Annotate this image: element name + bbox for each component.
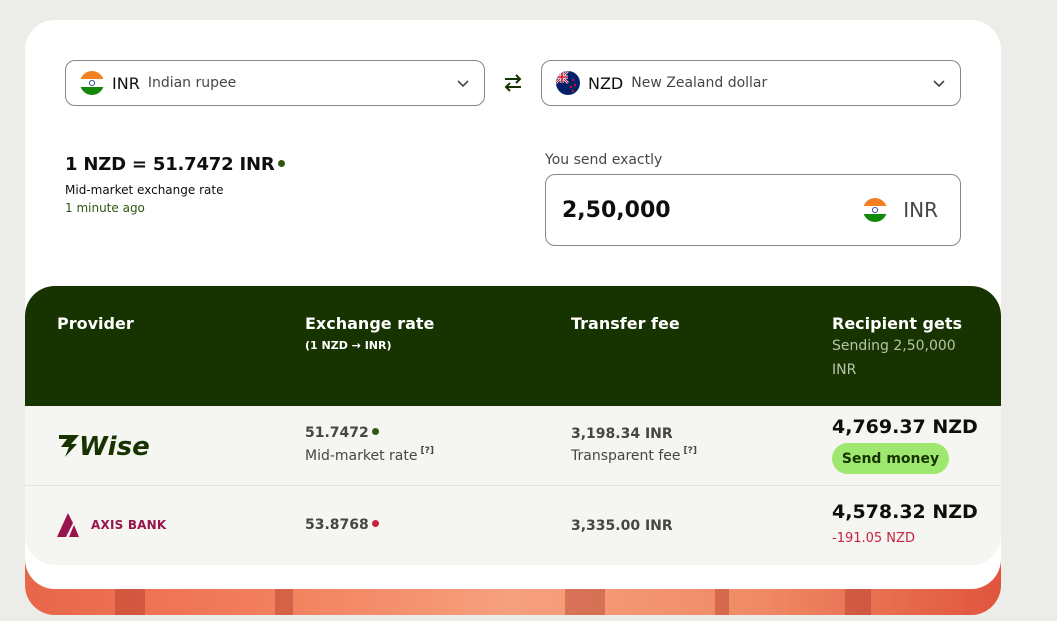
axis-bank-logo-mark <box>57 513 79 537</box>
chevron-down-icon <box>457 80 469 88</box>
to-currency-select[interactable]: NZD New Zealand dollar <box>541 60 961 106</box>
axis-bank-name: AXIS BANK <box>91 518 167 532</box>
send-amount-label: You send exactly <box>545 152 663 168</box>
header-provider: Provider <box>57 314 134 333</box>
header-exchange-rate-sub: (1 NZD → INR) <box>305 339 392 352</box>
transparent-fee-label: Transparent fee <box>571 448 681 464</box>
mid-market-label[interactable]: Mid-market exchange rate <box>65 181 223 199</box>
send-amount-field[interactable]: 2,50,000 INR <box>545 174 961 246</box>
axis-rate-value: 53.8768 <box>305 517 369 533</box>
from-currency-select[interactable]: INR Indian rupee <box>65 60 485 106</box>
worse-rate-dot <box>371 519 379 527</box>
from-currency-name: Indian rupee <box>147 75 237 91</box>
wise-logo: Wise <box>57 431 169 463</box>
to-currency-name: New Zealand dollar <box>631 75 768 91</box>
comparison-table-header: Provider Exchange rate (1 NZD → INR) Tra… <box>25 286 1001 406</box>
exchange-rate-headline: 1 NZD = 51.7472 INR <box>65 154 285 175</box>
swap-currencies-icon[interactable] <box>501 71 525 95</box>
send-currency-code: INR <box>903 198 938 222</box>
table-row-axis-bank: AXIS BANK 53.8768 3,335.00 INR 4,578.32 … <box>25 486 1001 565</box>
exchange-rate-text: 1 NZD = 51.7472 INR <box>65 154 275 175</box>
help-icon[interactable]: [?] <box>684 446 697 456</box>
wise-rate-value: 51.7472 <box>305 425 369 441</box>
live-indicator-dot <box>371 427 379 435</box>
mid-market-rate-label: Mid-market rate <box>305 448 418 464</box>
to-currency-code: NZD <box>588 73 624 93</box>
send-money-button[interactable]: Send money <box>832 443 949 474</box>
header-recipient-sub: Sending 2,50,000 INR <box>832 338 956 378</box>
header-transfer-fee: Transfer fee <box>571 314 680 333</box>
india-flag-icon <box>863 198 888 222</box>
axis-difference: -191.05 NZD <box>832 531 915 546</box>
axis-rate: 53.8768 <box>305 517 379 533</box>
rate-details: Mid-market exchange rate 1 minute ago <box>65 181 223 217</box>
send-currency[interactable]: INR <box>863 198 938 222</box>
wise-rate-note: Mid-market rate [?] <box>305 446 434 464</box>
wise-fee: 3,198.34 INR <box>571 426 673 442</box>
axis-recipient-amount: 4,578.32 NZD <box>832 501 978 523</box>
wise-fee-note: Transparent fee [?] <box>571 446 697 464</box>
help-icon[interactable]: [?] <box>420 446 433 456</box>
comparison-card: INR Indian rupee NZD New Zealand dollar <box>25 20 1001 589</box>
wise-recipient-amount: 4,769.37 NZD <box>832 416 978 438</box>
header-recipient-gets: Recipient gets <box>832 314 963 333</box>
wise-rate: 51.7472 <box>305 425 379 441</box>
send-amount-value[interactable]: 2,50,000 <box>562 198 671 223</box>
table-row-wise: Wise 51.7472 Mid-market rate [?] 3,198.34… <box>25 406 1001 486</box>
axis-fee: 3,335.00 INR <box>571 518 673 534</box>
new-zealand-flag-icon <box>556 71 580 95</box>
live-indicator-dot <box>277 159 285 167</box>
header-exchange-rate: Exchange rate <box>305 314 435 333</box>
rate-updated-time: 1 minute ago <box>65 201 145 215</box>
wise-logo-text: Wise <box>79 432 150 459</box>
from-currency-code: INR <box>112 73 140 93</box>
chevron-down-icon <box>933 80 945 88</box>
axis-bank-logo: AXIS BANK <box>57 513 166 537</box>
india-flag-icon <box>80 71 104 95</box>
